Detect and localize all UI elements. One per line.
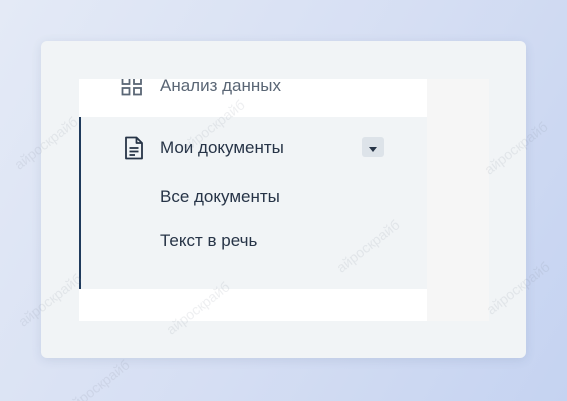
sidebar: Анализ данных Мои документы Все документ…: [79, 79, 427, 321]
sidebar-subitem-all-documents[interactable]: Все документы: [160, 187, 280, 207]
document-icon: [123, 136, 145, 160]
sidebar-item-my-documents[interactable]: Мои документы: [81, 129, 427, 167]
content-pane: [427, 79, 489, 321]
sidebar-group-my-documents: Мои документы Все документы Текст в речь: [79, 117, 427, 289]
grid-icon: [121, 79, 143, 97]
sidebar-item-label: Мои документы: [160, 138, 284, 157]
sidebar-item-label: Анализ данных: [160, 79, 281, 95]
caret-down-icon: [369, 140, 377, 155]
sidebar-item-data-analysis[interactable]: Анализ данных: [79, 79, 427, 105]
expand-toggle-button[interactable]: [362, 137, 384, 157]
watermark: айроскрайб: [63, 356, 133, 401]
sidebar-subitem-text-to-speech[interactable]: Текст в речь: [160, 231, 257, 251]
